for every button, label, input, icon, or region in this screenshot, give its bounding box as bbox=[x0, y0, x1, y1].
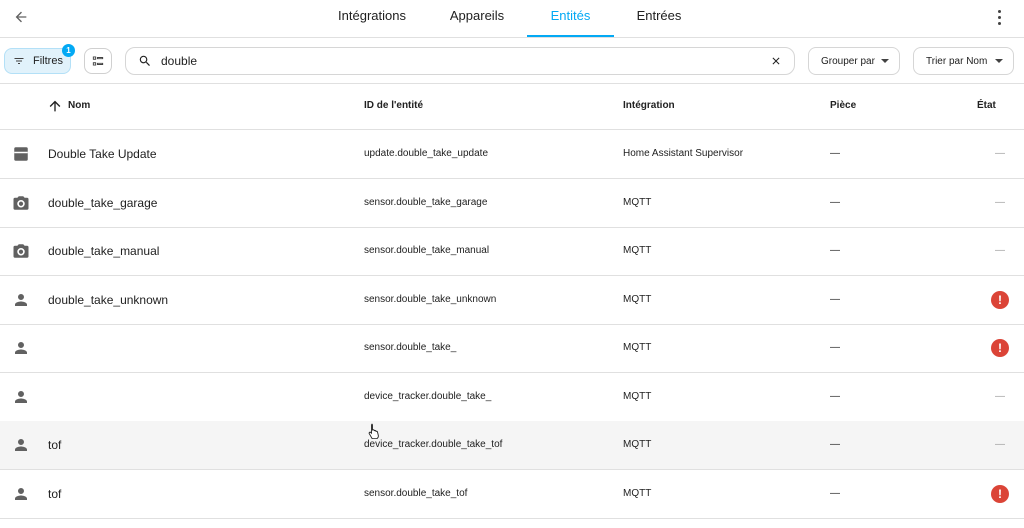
entity-area: — bbox=[830, 245, 840, 256]
table-row[interactable]: double_take_unknown sensor.double_take_u… bbox=[0, 276, 1024, 325]
table-row[interactable]: tof sensor.double_take_tof MQTT — ! bbox=[0, 470, 1024, 519]
person-icon bbox=[15, 439, 27, 451]
person-icon bbox=[15, 294, 27, 306]
entity-name: tof bbox=[48, 438, 62, 452]
entity-area: — bbox=[830, 439, 840, 450]
entity-integration: MQTT bbox=[623, 391, 652, 402]
table-header: Nom ID de l'entité Intégration Pièce Éta… bbox=[0, 84, 1024, 130]
selection-mode-button[interactable] bbox=[84, 48, 112, 74]
filters-button[interactable]: Filtres bbox=[4, 48, 71, 74]
tab-helpers[interactable]: Entrées bbox=[626, 0, 692, 38]
entity-area: — bbox=[830, 148, 840, 159]
filter-bar: Filtres 1 Grouper par Trier par Nom bbox=[0, 38, 1024, 84]
entity-area: — bbox=[830, 294, 840, 305]
overflow-menu-button[interactable] bbox=[990, 6, 1008, 28]
entity-integration: MQTT bbox=[623, 439, 652, 450]
entity-name: double_take_garage bbox=[48, 196, 158, 210]
entity-area: — bbox=[830, 488, 840, 499]
active-tab-indicator bbox=[527, 35, 614, 37]
entity-state: — bbox=[995, 439, 1005, 450]
top-tab-bar: Intégrations Appareils Entités Entrées bbox=[0, 0, 1024, 38]
tab-devices[interactable]: Appareils bbox=[440, 0, 514, 38]
entity-area: — bbox=[830, 342, 840, 353]
person-icon bbox=[15, 342, 27, 354]
entity-integration: Home Assistant Supervisor bbox=[623, 148, 744, 159]
table-row[interactable]: tof device_tracker.double_take_tof MQTT … bbox=[0, 421, 1024, 470]
filters-label: Filtres bbox=[33, 55, 63, 67]
person-icon bbox=[15, 488, 27, 500]
clear-search-icon[interactable] bbox=[770, 55, 782, 67]
entity-id: device_tracker.double_take_tof bbox=[364, 439, 503, 450]
filters-count-badge: 1 bbox=[62, 44, 75, 57]
entity-integration: MQTT bbox=[623, 342, 652, 353]
alert-circle-icon: ! bbox=[991, 291, 1009, 309]
entity-id: device_tracker.double_take_ bbox=[364, 391, 492, 402]
entity-id: sensor.double_take_garage bbox=[364, 197, 488, 208]
person-icon bbox=[15, 391, 27, 403]
entity-state: — bbox=[995, 197, 1005, 208]
tabs: Intégrations Appareils Entités Entrées bbox=[0, 0, 1024, 38]
hand-pointer-icon bbox=[368, 423, 379, 439]
column-header-entity-id[interactable]: ID de l'entité bbox=[364, 100, 423, 111]
alert-circle-icon: ! bbox=[991, 485, 1009, 503]
entity-area: — bbox=[830, 391, 840, 402]
filter-icon bbox=[14, 58, 24, 64]
sort-by-label: Trier par Nom bbox=[926, 55, 988, 67]
entity-id: sensor.double_take_manual bbox=[364, 245, 490, 256]
entity-area: — bbox=[830, 197, 840, 208]
entity-integration: MQTT bbox=[623, 488, 652, 499]
checklist-icon bbox=[92, 56, 104, 66]
entity-name: Double Take Update bbox=[48, 147, 157, 161]
search-icon bbox=[139, 55, 150, 66]
table-row[interactable]: device_tracker.double_take_ MQTT — — bbox=[0, 373, 1024, 422]
entity-integration: MQTT bbox=[623, 197, 652, 208]
entity-name: double_take_unknown bbox=[48, 293, 169, 307]
entity-name: double_take_manual bbox=[48, 244, 160, 258]
column-header-name[interactable]: Nom bbox=[68, 100, 90, 111]
column-header-integration[interactable]: Intégration bbox=[623, 100, 675, 111]
entity-id: sensor.double_take_ bbox=[364, 342, 457, 353]
entity-name: tof bbox=[48, 487, 62, 501]
entity-id: update.double_take_update bbox=[364, 148, 489, 159]
column-header-area[interactable]: Pièce bbox=[830, 100, 856, 111]
entity-id: sensor.double_take_tof bbox=[364, 488, 468, 499]
entity-integration: MQTT bbox=[623, 245, 652, 256]
search-box bbox=[125, 47, 795, 75]
table-row[interactable]: double_take_garage sensor.double_take_ga… bbox=[0, 179, 1024, 228]
group-by-dropdown[interactable]: Grouper par bbox=[808, 47, 900, 75]
camera-icon bbox=[13, 244, 29, 258]
entity-state: — bbox=[995, 148, 1005, 159]
entity-id: sensor.double_take_unknown bbox=[364, 294, 497, 305]
tab-integrations[interactable]: Intégrations bbox=[330, 0, 414, 38]
entity-state: — bbox=[995, 391, 1005, 402]
update-icon bbox=[14, 147, 28, 161]
alert-circle-icon: ! bbox=[991, 339, 1009, 357]
search-input[interactable] bbox=[161, 52, 741, 70]
dots-vertical-icon bbox=[997, 9, 1001, 13]
tab-entities[interactable]: Entités bbox=[527, 0, 614, 38]
arrow-up-icon[interactable] bbox=[47, 98, 63, 114]
table-row[interactable]: Double Take Update update.double_take_up… bbox=[0, 130, 1024, 179]
chevron-down-icon bbox=[995, 59, 1003, 63]
table-row[interactable]: double_take_manual sensor.double_take_ma… bbox=[0, 227, 1024, 276]
camera-icon bbox=[13, 196, 29, 210]
entity-state: — bbox=[995, 245, 1005, 256]
table-row[interactable]: sensor.double_take_ MQTT — ! bbox=[0, 324, 1024, 373]
entity-integration: MQTT bbox=[623, 294, 652, 305]
sort-by-dropdown[interactable]: Trier par Nom bbox=[913, 47, 1014, 75]
group-by-label: Grouper par bbox=[821, 55, 875, 67]
chevron-down-icon bbox=[881, 59, 889, 63]
column-header-state[interactable]: État bbox=[977, 100, 996, 111]
